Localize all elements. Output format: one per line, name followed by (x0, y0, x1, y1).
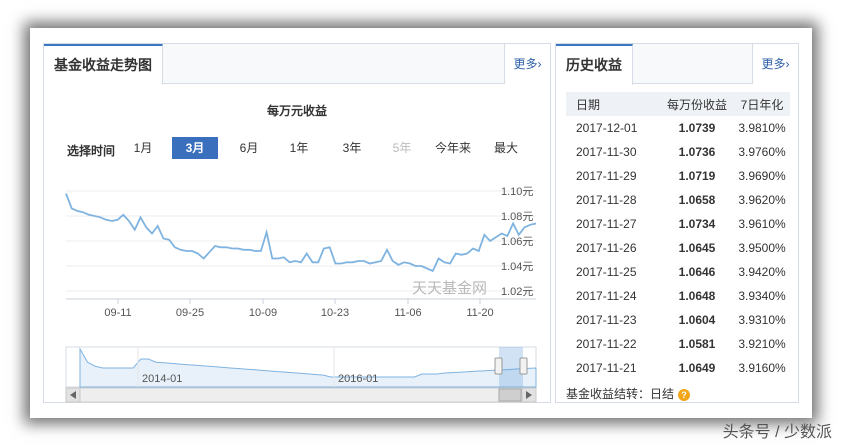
row-rate: 3.9620% (738, 193, 786, 207)
scrollbar-track[interactable] (65, 387, 537, 403)
x-tick-label: 11-06 (394, 307, 421, 319)
row-rate: 3.9340% (738, 289, 786, 303)
row-income: 1.0658 (678, 193, 716, 207)
row-date: 2017-11-24 (576, 289, 637, 303)
navigator-label: 2014-01 (142, 373, 182, 385)
column-header-income: 每万份收益 (660, 92, 734, 116)
row-rate: 3.9310% (738, 313, 786, 327)
row-income: 1.0581 (678, 337, 716, 351)
history-panel-title[interactable]: 历史收益 (556, 44, 633, 85)
table-row: 2017-11-28 1.0658 3.9620% (566, 188, 790, 212)
x-tick-label: 09-25 (176, 307, 204, 319)
table-row: 2017-11-26 1.0645 3.9500% (566, 236, 790, 260)
table-row: 2017-11-27 1.0734 3.9610% (566, 212, 790, 236)
x-tick-label: 09-11 (104, 307, 131, 319)
y-tick-label: 1.06元 (501, 236, 533, 248)
row-date: 2017-11-26 (576, 241, 637, 255)
watermark: 天天基金网 (412, 279, 487, 297)
settle-value: 日结 (650, 387, 675, 401)
table-row: 2017-11-21 1.0649 3.9160% (566, 356, 790, 380)
row-income: 1.0739 (678, 121, 716, 135)
footer-watermark: 头条号 / 少数派 (722, 424, 832, 441)
table-row: 2017-11-23 1.0604 3.9310% (566, 308, 790, 332)
income-chart[interactable]: 1.10元 1.08元 1.06元 1.04元 1.02元 09-11 09-25 10-0… (44, 44, 552, 404)
column-header-date: 日期 (566, 92, 660, 116)
row-rate: 3.9500% (738, 241, 786, 255)
table-row: 2017-11-24 1.0648 3.9340% (566, 284, 790, 308)
history-panel-header: 历史收益 更多› (556, 44, 798, 85)
navigator-right-handle[interactable] (519, 357, 528, 375)
history-more-link[interactable]: 更多› (752, 44, 798, 84)
row-income: 1.0648 (678, 289, 716, 303)
y-tick-label: 1.02元 (501, 286, 533, 298)
x-tick-label: 10-23 (321, 307, 349, 319)
row-date: 2017-11-29 (576, 169, 637, 183)
x-tick-label: 10-09 (249, 307, 277, 319)
row-rate: 3.9810% (738, 121, 786, 135)
row-income: 1.0736 (678, 145, 716, 159)
row-rate: 3.9610% (738, 217, 786, 231)
row-rate: 3.9160% (738, 361, 786, 375)
history-panel: 历史收益 更多› 日期 每万份收益 7日年化 2017-12-01 1.0739 3… (555, 43, 799, 403)
series-line (65, 193, 537, 273)
table-row: 2017-11-30 1.0736 3.9760% (566, 140, 790, 164)
row-date: 2017-11-27 (576, 217, 637, 231)
scrollbar-thumb[interactable] (498, 388, 522, 402)
row-date: 2017-11-23 (576, 313, 637, 327)
settle-label: 基金收益结转： (566, 387, 651, 401)
row-date: 2017-12-01 (576, 121, 638, 135)
column-header-rate: 7日年化 (734, 92, 790, 116)
row-rate: 3.9420% (738, 265, 786, 279)
row-date: 2017-11-22 (576, 337, 637, 351)
table-row: 2017-11-25 1.0646 3.9420% (566, 260, 790, 284)
table-header-row: 日期 每万份收益 7日年化 (566, 92, 790, 116)
y-tick-label: 1.10元 (501, 186, 533, 198)
navigator-selection[interactable] (499, 347, 523, 387)
x-tick-label: 11-20 (466, 307, 493, 319)
navigator-label: 2016-01 (338, 373, 378, 385)
row-date: 2017-11-21 (576, 361, 637, 375)
row-income: 1.0649 (678, 361, 716, 375)
row-rate: 3.9690% (738, 169, 786, 183)
history-table: 日期 每万份收益 7日年化 2017-12-01 1.0739 3.9810% 201… (566, 92, 790, 380)
y-tick-label: 1.08元 (501, 211, 533, 223)
row-date: 2017-11-25 (576, 265, 637, 279)
settle-info: 基金收益结转：日结? (566, 385, 691, 402)
row-rate: 3.9760% (738, 145, 786, 159)
row-rate: 3.9210% (738, 337, 786, 351)
row-income: 1.0645 (678, 241, 716, 255)
row-income: 1.0646 (678, 265, 716, 279)
question-icon[interactable]: ? (678, 388, 691, 401)
row-date: 2017-11-28 (576, 193, 637, 207)
table-row: 2017-11-29 1.0719 3.9690% (566, 164, 790, 188)
row-date: 2017-11-30 (576, 145, 637, 159)
y-tick-label: 1.04元 (501, 261, 533, 273)
table-row: 2017-12-01 1.0739 3.9810% (566, 116, 790, 140)
row-income: 1.0604 (678, 313, 716, 327)
fund-chart-panel: 基金收益走势图 更多› 每万元收益 选择时间 1月 3月 6月 1年 3年 5年 今年来 最大… (43, 43, 551, 403)
table-row: 2017-11-22 1.0581 3.9210% (566, 332, 790, 356)
row-income: 1.0734 (678, 217, 716, 231)
navigator-left-handle[interactable] (494, 357, 503, 375)
row-income: 1.0719 (678, 169, 716, 183)
